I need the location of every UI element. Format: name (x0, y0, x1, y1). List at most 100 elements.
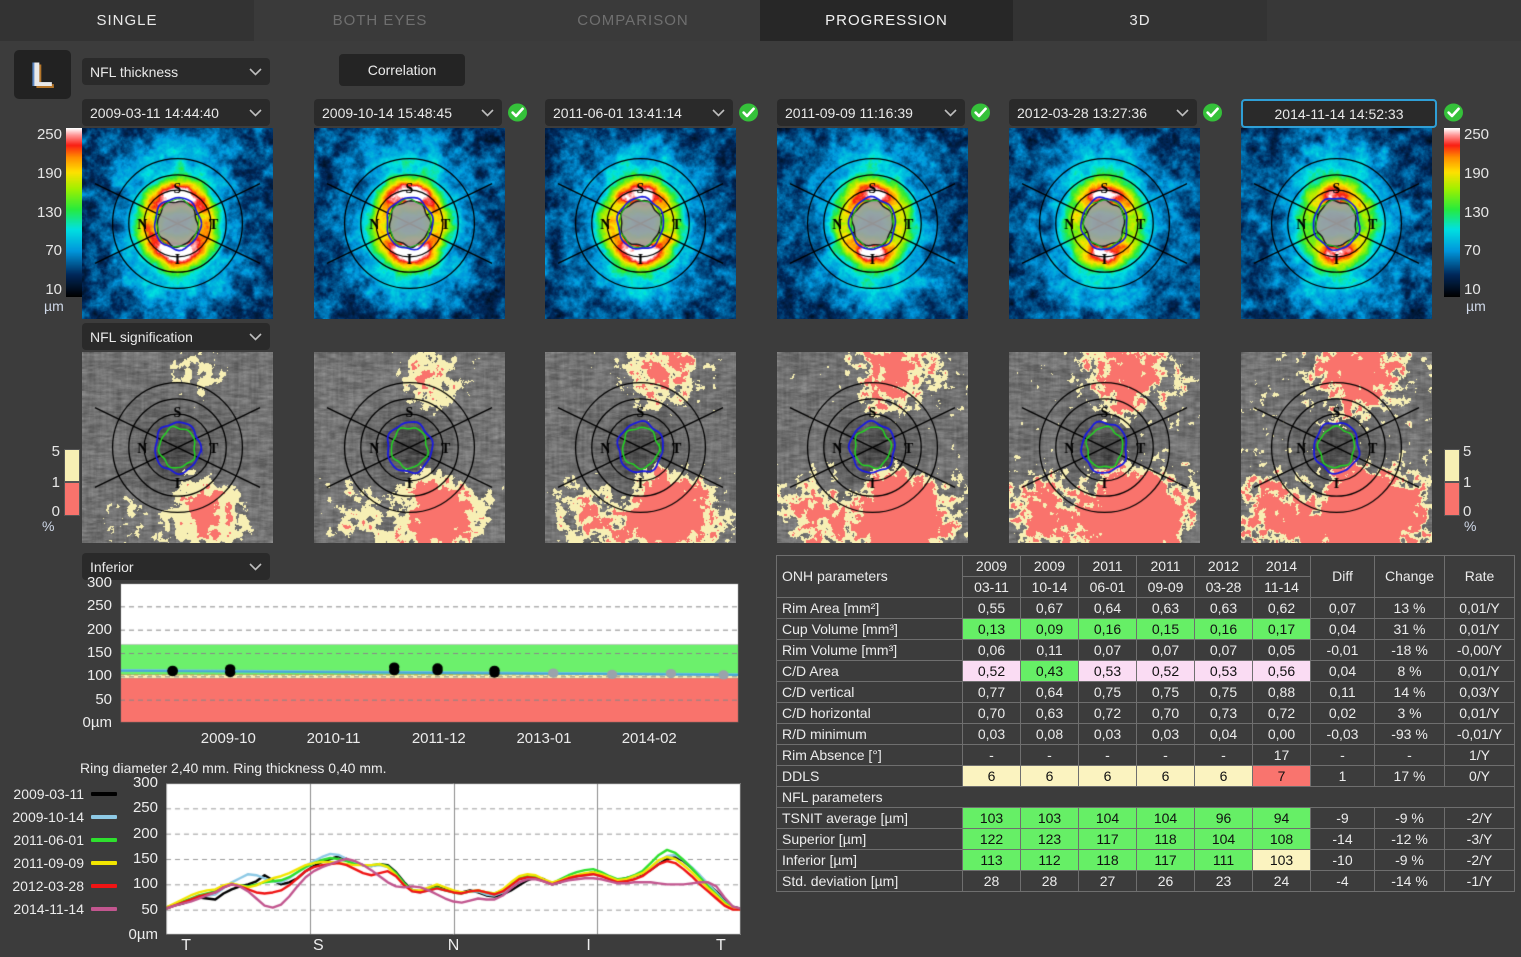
onh-row-label-7: R/D minimum (776, 723, 963, 745)
tsnit-x-tick: I (586, 937, 591, 954)
onh-cell-8-5: - (1194, 744, 1253, 766)
onh-cell-7-5: 0,04 (1194, 723, 1253, 745)
nfl-cell-3-4: 117 (1136, 849, 1195, 871)
nfl-row-label-1: TSNIT average [µm] (776, 807, 963, 829)
tsnit-legend-label: 2012-03-28 (12, 878, 84, 894)
onh-cell-6-5: 0,73 (1194, 702, 1253, 724)
table-row: Rim Volume [mm³] 0,06 0,11 0,07 0,07 0,07 0,05… (776, 639, 1515, 661)
col-header-date-6-year: 2014 (1252, 555, 1311, 577)
onh-diff-3: -0,01 (1310, 639, 1375, 661)
nfl-cell-1-3: 104 (1078, 807, 1137, 829)
col-header-date-6-day: 11-14 (1252, 576, 1311, 598)
tsnit-legend-item-3[interactable]: 2011-06-01 (8, 832, 117, 848)
onh-cell-5-4: 0,75 (1136, 681, 1195, 703)
table-section-row: NFL parameters (776, 786, 1515, 808)
nfl-change-1: -9 % (1374, 807, 1445, 829)
nfl-cell-3-2: 112 (1020, 849, 1079, 871)
onh-rate-7: -0,01/Y (1444, 723, 1515, 745)
onh-row-label-3: Rim Volume [mm³] (776, 639, 963, 661)
onh-cell-6-2: 0,63 (1020, 702, 1079, 724)
onh-cell-3-3: 0,07 (1078, 639, 1137, 661)
nfl-diff-3: -10 (1310, 849, 1375, 871)
nfl-cell-1-6: 94 (1252, 807, 1311, 829)
tsnit-legend-item-2[interactable]: 2009-10-14 (8, 809, 117, 825)
onh-cell-1-2: 0,67 (1020, 597, 1079, 619)
nfl-cell-4-1: 28 (962, 870, 1021, 892)
onh-cell-2-6: 0,17 (1252, 618, 1311, 640)
nfl-rate-3: -2/Y (1444, 849, 1515, 871)
tsnit-legend-item-5[interactable]: 2012-03-28 (8, 878, 117, 894)
onh-change-9: 17 % (1374, 765, 1445, 787)
nfl-cell-3-5: 111 (1194, 849, 1253, 871)
nfl-section-title: NFL parameters (776, 786, 1515, 808)
onh-change-1: 13 % (1374, 597, 1445, 619)
onh-cell-4-4: 0,52 (1136, 660, 1195, 682)
onh-rate-2: 0,01/Y (1444, 618, 1515, 640)
onh-cell-8-3: - (1078, 744, 1137, 766)
onh-diff-2: 0,04 (1310, 618, 1375, 640)
onh-cell-6-4: 0,70 (1136, 702, 1195, 724)
onh-cell-6-3: 0,72 (1078, 702, 1137, 724)
onh-cell-9-1: 6 (962, 765, 1021, 787)
onh-change-3: -18 % (1374, 639, 1445, 661)
onh-diff-8: - (1310, 744, 1375, 766)
onh-cell-4-2: 0,43 (1020, 660, 1079, 682)
table-row: C/D horizontal 0,70 0,63 0,72 0,70 0,73 0,72 0,… (776, 702, 1515, 724)
nfl-change-4: -14 % (1374, 870, 1445, 892)
col-header-date-4-day: 09-09 (1136, 576, 1195, 598)
onh-cell-2-5: 0,16 (1194, 618, 1253, 640)
onh-cell-1-1: 0,55 (962, 597, 1021, 619)
onh-cell-8-6: 17 (1252, 744, 1311, 766)
table-header-row: ONH parameters 2009 2009 2011 2011 2012 2014 Di… (776, 555, 1515, 598)
nfl-cell-2-4: 118 (1136, 828, 1195, 850)
tsnit-legend-item-1[interactable]: 2009-03-11 (8, 786, 117, 802)
table-row: Std. deviation [µm] 28 28 27 26 23 24 -4 -14 % -1… (776, 870, 1515, 892)
tsnit-legend-swatch (91, 792, 117, 796)
onh-cell-9-6: 7 (1252, 765, 1311, 787)
nfl-cell-4-2: 28 (1020, 870, 1079, 892)
onh-diff-1: 0,07 (1310, 597, 1375, 619)
nfl-row-label-3: Inferior [µm] (776, 849, 963, 871)
nfl-cell-4-3: 27 (1078, 870, 1137, 892)
onh-rate-5: 0,03/Y (1444, 681, 1515, 703)
onh-cell-8-4: - (1136, 744, 1195, 766)
onh-cell-9-2: 6 (1020, 765, 1079, 787)
col-header-change: Change (1374, 555, 1445, 598)
onh-cell-1-6: 0,62 (1252, 597, 1311, 619)
onh-diff-5: 0,11 (1310, 681, 1375, 703)
onh-cell-9-3: 6 (1078, 765, 1137, 787)
onh-cell-5-2: 0,64 (1020, 681, 1079, 703)
onh-cell-3-2: 0,11 (1020, 639, 1079, 661)
onh-cell-4-3: 0,53 (1078, 660, 1137, 682)
table-row: DDLS 6 6 6 6 6 7 1 17 % 0/Y (776, 765, 1515, 787)
onh-cell-1-4: 0,63 (1136, 597, 1195, 619)
tsnit-legend-item-4[interactable]: 2011-09-09 (8, 855, 117, 871)
progression-view: SINGLE BOTH EYES COMPARISON PROGRESSION 3D L… (0, 0, 1521, 957)
nfl-cell-1-4: 104 (1136, 807, 1195, 829)
table-row: TSNIT average [µm] 103 103 104 104 96 94 -9 -9 %… (776, 807, 1515, 829)
onh-parameters-table: ONH parameters 2009 2009 2011 2011 2012 2014 Di… (776, 555, 1515, 892)
tsnit-legend-label: 2011-06-01 (13, 832, 84, 848)
onh-cell-6-1: 0,70 (962, 702, 1021, 724)
onh-row-label-5: C/D vertical (776, 681, 963, 703)
nfl-change-2: -12 % (1374, 828, 1445, 850)
nfl-cell-2-5: 104 (1194, 828, 1253, 850)
col-header-date-5-year: 2012 (1194, 555, 1253, 577)
onh-diff-4: 0,04 (1310, 660, 1375, 682)
nfl-row-label-2: Superior [µm] (776, 828, 963, 850)
nfl-cell-2-6: 108 (1252, 828, 1311, 850)
onh-row-label-6: C/D horizontal (776, 702, 963, 724)
onh-cell-9-4: 6 (1136, 765, 1195, 787)
onh-cell-1-5: 0,63 (1194, 597, 1253, 619)
onh-cell-4-6: 0,56 (1252, 660, 1311, 682)
nfl-rate-4: -1/Y (1444, 870, 1515, 892)
onh-cell-6-6: 0,72 (1252, 702, 1311, 724)
tsnit-legend-item-6[interactable]: 2014-11-14 (8, 901, 117, 917)
tsnit-legend-label: 2011-09-09 (13, 855, 84, 871)
col-header-date-2-day: 10-14 (1020, 576, 1079, 598)
table-title: ONH parameters (776, 555, 963, 598)
onh-diff-9: 1 (1310, 765, 1375, 787)
onh-row-label-9: DDLS (776, 765, 963, 787)
onh-cell-7-1: 0,03 (962, 723, 1021, 745)
onh-cell-4-5: 0,53 (1194, 660, 1253, 682)
